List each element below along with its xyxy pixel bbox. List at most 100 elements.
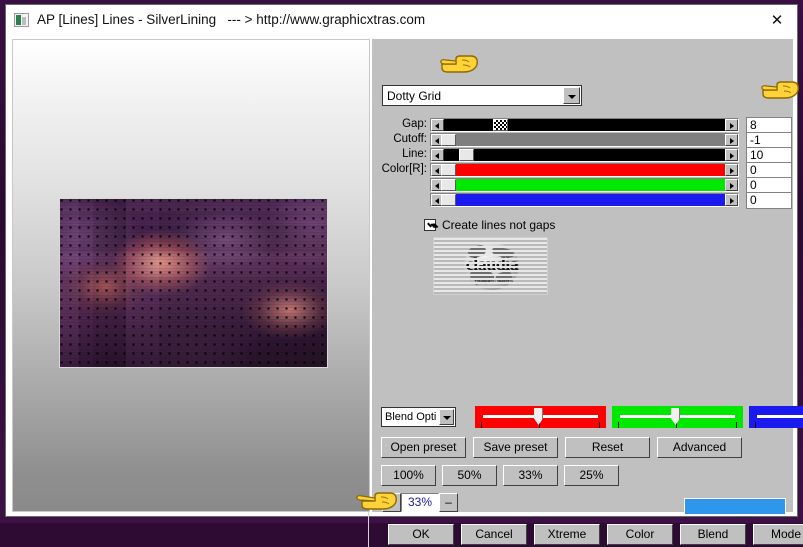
chevron-down-icon[interactable] [563,87,580,104]
plugin-icon [14,13,29,27]
window-body: Dotty Grid Gap: 8 Cutoff: -1 Line: 10 Color[R]… [6,35,803,547]
button-label: 25% [579,468,604,482]
button-label: Cancel [475,527,513,541]
button-label: Reset [591,440,624,454]
zoom-value: 33% [401,493,439,512]
controls-panel: Dotty Grid Gap: 8 Cutoff: -1 Line: 10 Color[R]… [372,39,803,545]
slider-track[interactable] [430,178,739,192]
window-title: AP [Lines] Lines - SilverLining --- > ht… [37,11,425,29]
trackbar-green[interactable] [612,406,743,428]
slider-fill [444,149,458,161]
blend-options-dropdown[interactable]: Blend Opti [381,407,456,427]
slider-row-2: Cutoff: -1 [372,132,793,149]
slider-row-4: Color[R]: 0 [372,162,793,179]
slider-label: Line: [402,148,427,160]
50-button[interactable]: 50% [442,465,497,486]
slider-row-3: Line: 10 [372,147,793,164]
create-lines-checkbox[interactable] [424,219,436,231]
button-label: 100% [393,468,424,482]
blend-options-dropdown-value: Blend Opti [385,411,437,423]
preview-panel [12,39,370,512]
slider-thumb[interactable] [441,194,456,206]
100-button[interactable]: 100% [381,465,436,486]
slider-increase-arrow[interactable] [725,119,738,131]
slider-thumb[interactable] [441,134,456,146]
slider-increase-arrow[interactable] [725,149,738,161]
zoom-decrease-button[interactable]: – [439,493,458,512]
window-title-url: http://www.graphicxtras.com [256,12,426,27]
button-label: Open preset [390,440,457,454]
close-icon[interactable]: ✕ [766,11,788,31]
logo-thumbnail[interactable]: claudia graphicxtras [433,237,548,295]
slider-increase-arrow[interactable] [725,179,738,191]
cancel-button[interactable]: Cancel [461,524,527,545]
zoom-stepper[interactable]: + 33% – [382,493,458,512]
plugin-window: AP [Lines] Lines - SilverLining --- > ht… [5,4,803,547]
25-button[interactable]: 25% [564,465,619,486]
slider-decrease-arrow[interactable] [431,149,444,161]
button-label: Xtreme [547,527,587,541]
trackbar-thumb[interactable] [534,408,543,425]
advanced-button[interactable]: Advanced [657,437,742,458]
slider-label: Gap: [402,118,427,130]
slider-track[interactable] [430,163,739,177]
blend-button[interactable]: Blend [680,524,746,545]
reset-button[interactable]: Reset [565,437,650,458]
trackbar-red[interactable] [475,406,606,428]
xtreme-button[interactable]: Xtreme [534,524,600,545]
trackbar-tick [755,422,756,428]
window-title-separator: --- > [227,12,253,27]
save-preset-button[interactable]: Save preset [473,437,558,458]
slider-thumb[interactable] [493,119,508,131]
trackbar-tick [481,422,482,428]
preset-dropdown-value: Dotty Grid [387,89,442,103]
slider-increase-arrow[interactable] [725,164,738,176]
preset-dropdown[interactable]: Dotty Grid [382,85,582,106]
title-bar: AP [Lines] Lines - SilverLining --- > ht… [6,5,797,35]
zoom-increase-button[interactable]: + [382,493,401,512]
chevron-down-icon[interactable] [439,409,454,425]
trackbar-line [757,415,803,418]
slider-row-6: 0 [372,192,793,209]
create-lines-checkbox-label: Create lines not gaps [442,218,556,232]
button-label: Color [625,527,655,541]
window-title-app: AP [Lines] Lines - SilverLining [37,12,217,27]
slider-track[interactable] [430,148,739,162]
slider-row-1: Gap: 8 [372,117,793,134]
trackbar-tick [599,422,600,428]
slider-track[interactable] [430,133,739,147]
slider-label: Color[R]: [381,163,427,175]
trackbar-tick [618,422,619,428]
33-button[interactable]: 33% [503,465,558,486]
slider-thumb[interactable] [459,149,474,161]
slider-increase-arrow[interactable] [725,134,738,146]
button-label: Save preset [483,440,548,454]
slider-track[interactable] [430,193,739,207]
open-preset-button[interactable]: Open preset [381,437,466,458]
preview-dotty-grid-layer [60,199,327,367]
trackbar-thumb[interactable] [671,408,680,425]
slider-decrease-arrow[interactable] [431,119,444,131]
button-label: 33% [518,468,543,482]
mode-button[interactable]: Mode [753,524,803,545]
trackbar-blue[interactable] [749,406,803,428]
trackbar-tick [736,422,737,428]
slider-increase-arrow[interactable] [725,194,738,206]
ok-button[interactable]: OK [388,524,454,545]
button-label: 50% [457,468,482,482]
slider-thumb[interactable] [441,179,456,191]
color-button[interactable]: Color [607,524,673,545]
button-label: Blend [697,527,729,541]
slider-track[interactable] [430,118,739,132]
slider-thumb[interactable] [441,164,456,176]
slider-label: Cutoff: [393,133,427,145]
button-label: OK [412,527,430,541]
thumbnail-lines-overlay [434,238,547,294]
slider-value-field[interactable]: 0 [746,192,792,209]
color-swatch[interactable] [684,498,786,515]
button-label: Advanced [672,440,727,454]
image-preview[interactable] [59,198,328,368]
slider-row-5: 0 [372,177,793,194]
window-outer-frame: AP [Lines] Lines - SilverLining --- > ht… [0,0,803,547]
button-label: Mode [770,527,802,541]
